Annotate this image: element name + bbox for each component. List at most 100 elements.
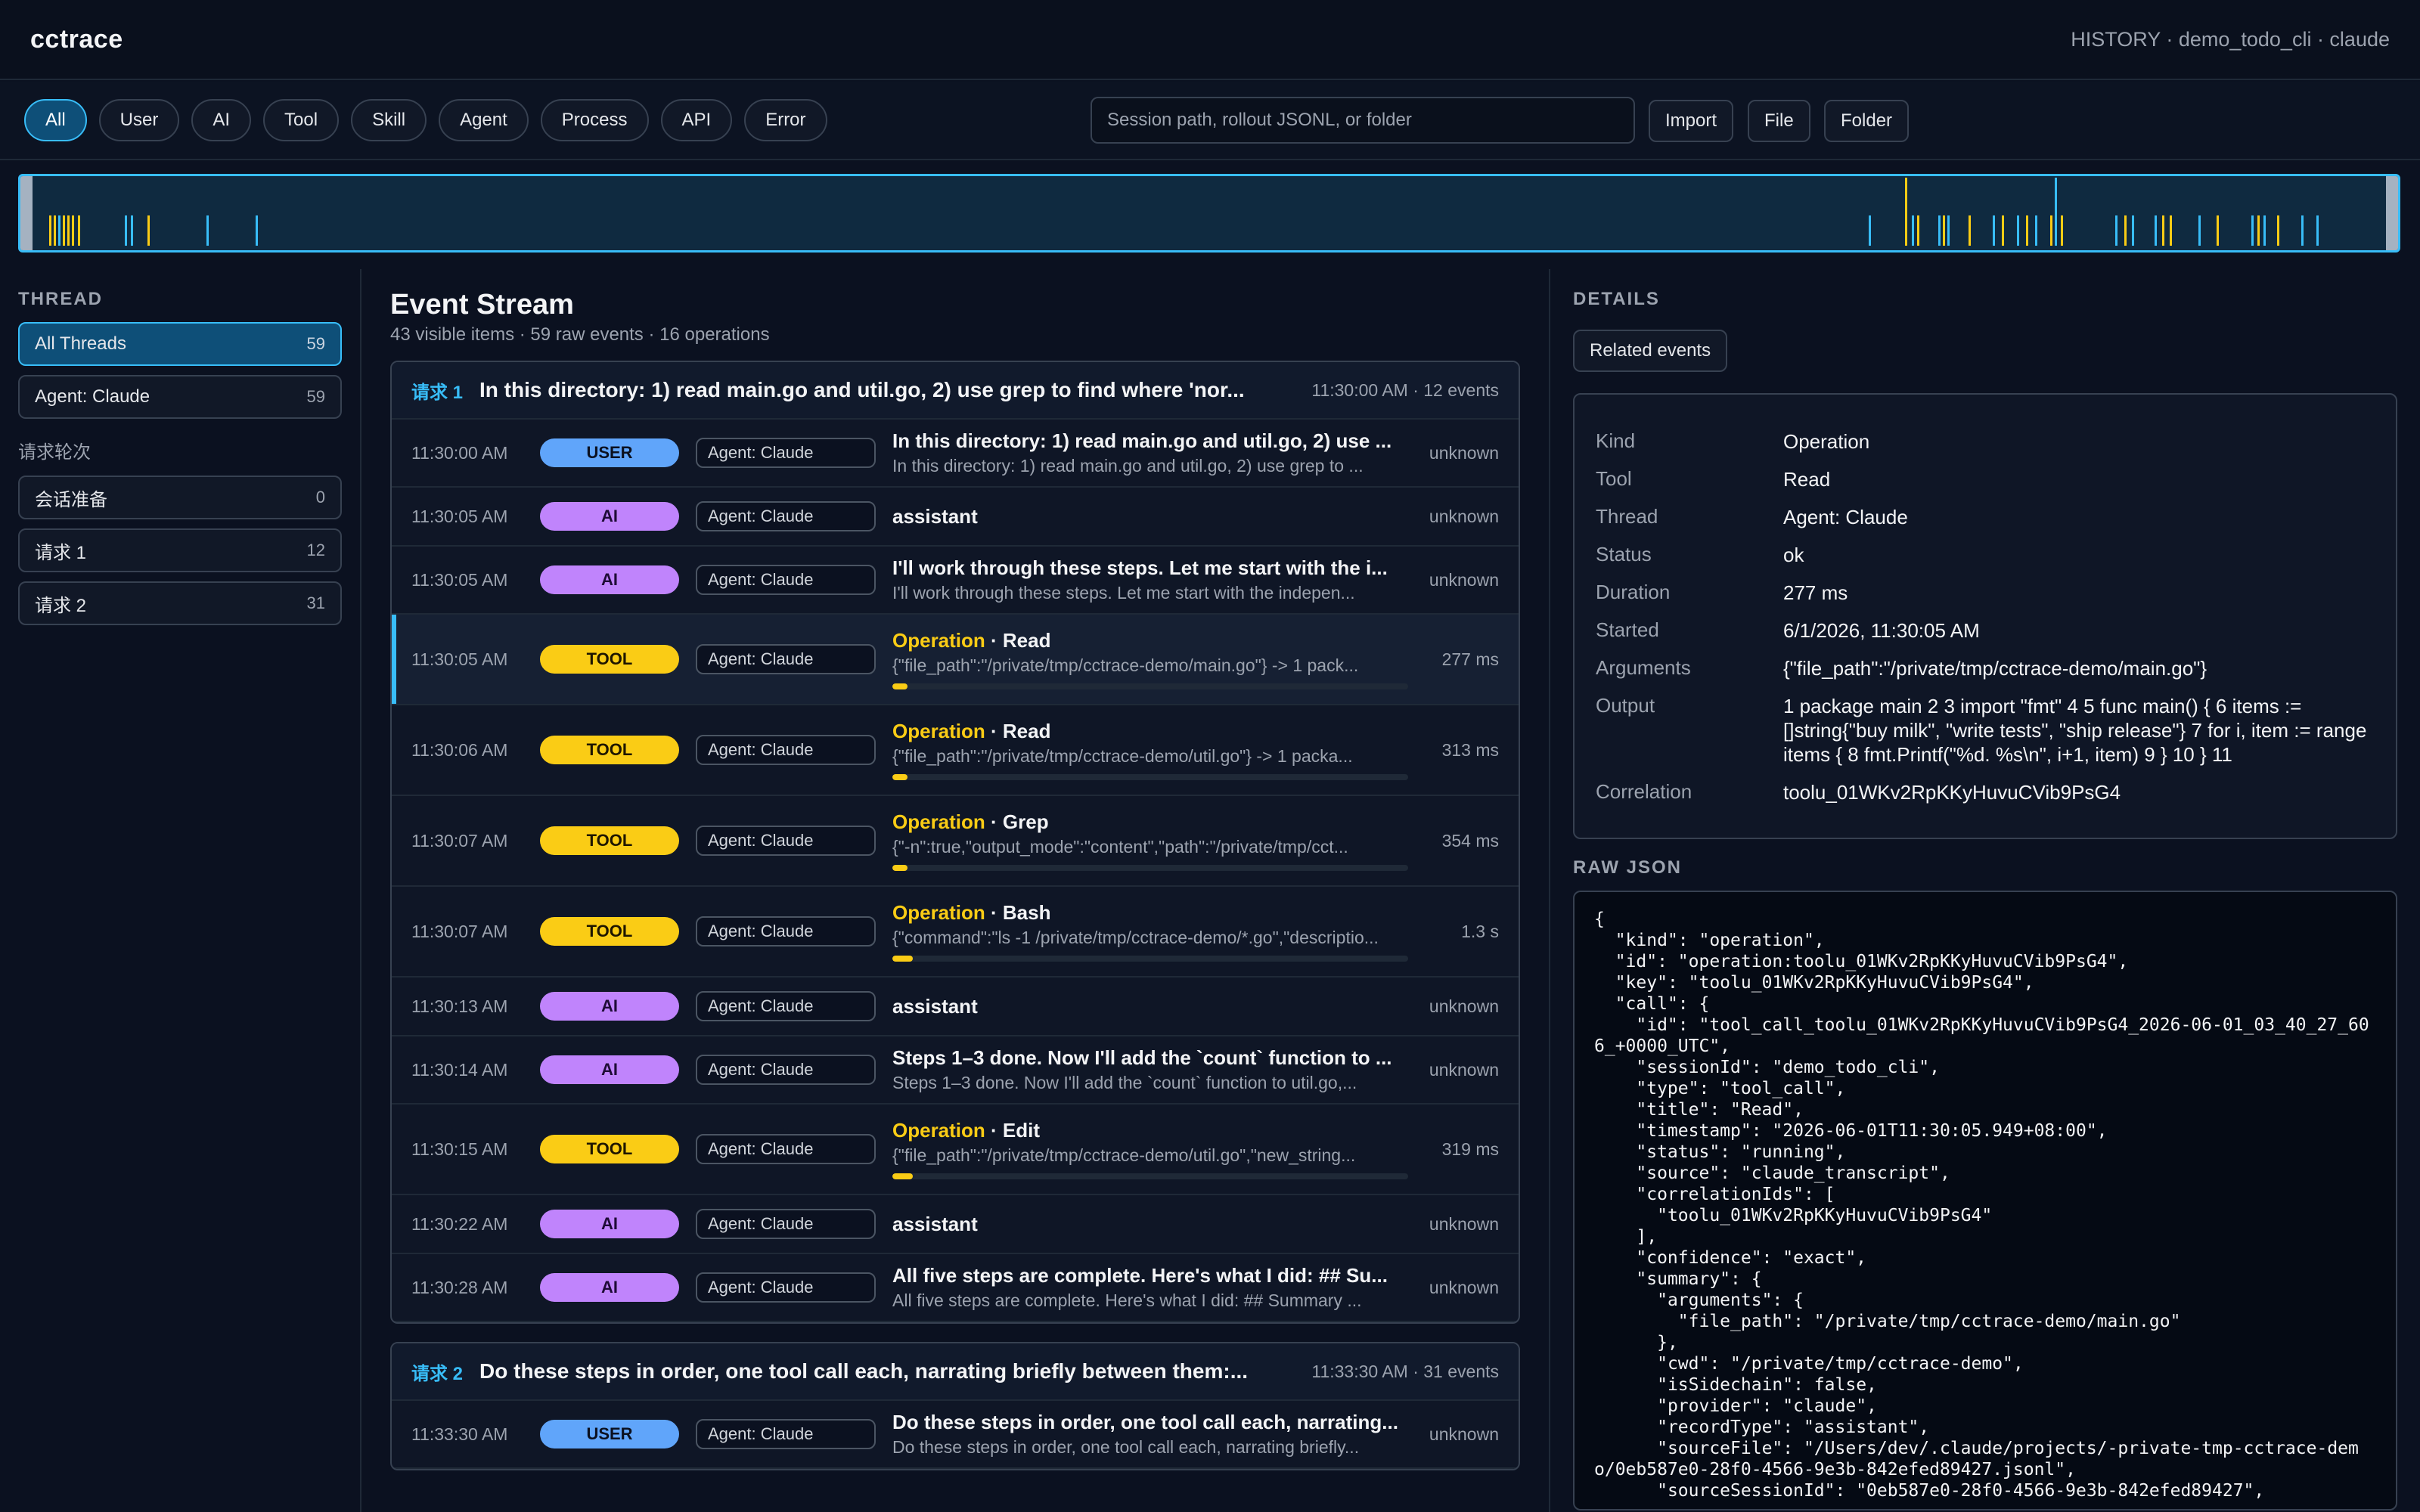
filter-chip-all[interactable]: All (24, 99, 87, 141)
detail-value: Read (1783, 468, 1831, 491)
event-row[interactable]: 11:30:07 AM TOOL Agent: Claude Operation · … (392, 887, 1519, 978)
duration-bar (892, 774, 1408, 780)
agent-pill[interactable]: Agent: Claude (696, 1419, 876, 1449)
event-title: Operation · Read (892, 629, 1408, 652)
timeline-event-tick (2050, 215, 2052, 246)
timeline-right-handle[interactable] (2386, 176, 2398, 250)
event-time: 11:30:05 AM (411, 506, 508, 526)
details-panel: DETAILS Related events Kind Operation Tool… (1549, 269, 2420, 1512)
event-row[interactable]: 11:30:05 AM AI Agent: Claude assistant unkno… (392, 488, 1519, 547)
round-item[interactable]: 请求 2 31 (18, 581, 342, 625)
event-row[interactable]: 11:30:07 AM TOOL Agent: Claude Operation · … (392, 796, 1519, 887)
event-kind-badge: AI (540, 992, 679, 1021)
event-row[interactable]: 11:30:05 AM TOOL Agent: Claude Operation · … (392, 615, 1519, 705)
filter-chip-ai[interactable]: AI (191, 99, 252, 141)
request-tag: 请求 1 (411, 382, 464, 403)
thread-item[interactable]: All Threads 59 (18, 322, 342, 366)
timeline-event-tick (2124, 215, 2127, 246)
event-body: All five steps are complete. Here's what… (892, 1264, 1408, 1311)
timeline-event-tick (1969, 215, 1971, 246)
timeline-event-tick (2155, 215, 2157, 246)
timeline-event-tick (1943, 215, 1945, 246)
agent-pill[interactable]: Agent: Claude (696, 826, 876, 856)
request-title: Do these steps in order, one tool call e… (479, 1359, 1249, 1383)
event-row[interactable]: 11:30:22 AM AI Agent: Claude assistant unkno… (392, 1195, 1519, 1254)
filter-chip-skill[interactable]: Skill (351, 99, 427, 141)
filter-chip-user[interactable]: User (98, 99, 180, 141)
timeline-minimap[interactable] (18, 174, 2400, 253)
event-row[interactable]: 11:30:06 AM TOOL Agent: Claude Operation · … (392, 705, 1519, 796)
details-box: Kind Operation Tool Read Thread Agent: Claude… (1573, 393, 2397, 839)
import-button[interactable]: Import (1649, 100, 1734, 142)
event-row[interactable]: 11:30:05 AM AI Agent: Claude I'll work thro… (392, 547, 1519, 615)
agent-pill[interactable]: Agent: Claude (696, 916, 876, 947)
detail-row: Status ok (1596, 543, 2375, 567)
event-duration: unknown (1429, 442, 1499, 463)
event-title: Operation · Bash (892, 901, 1408, 925)
search-input[interactable]: Session path, rollout JSONL, or folder (1091, 97, 1635, 144)
event-time: 11:30:00 AM (411, 442, 508, 463)
event-kind-badge: AI (540, 1210, 679, 1238)
agent-pill[interactable]: Agent: Claude (696, 1055, 876, 1085)
timeline-event-tick (256, 215, 258, 246)
agent-pill[interactable]: Agent: Claude (696, 1134, 876, 1164)
event-duration: 354 ms (1441, 830, 1499, 850)
agent-pill[interactable]: Agent: Claude (696, 735, 876, 765)
timeline-event-tick (131, 215, 133, 246)
agent-pill[interactable]: Agent: Claude (696, 438, 876, 468)
event-summary: {"command":"ls -1 /private/tmp/cctrace-d… (892, 928, 1379, 947)
event-row[interactable]: 11:30:13 AM AI Agent: Claude assistant unkno… (392, 978, 1519, 1036)
event-row[interactable]: 11:30:28 AM AI Agent: Claude All five steps… (392, 1254, 1519, 1322)
request-group-header[interactable]: 请求 1 In this directory: 1) read main.go a… (392, 362, 1519, 420)
detail-row: Started 6/1/2026, 11:30:05 AM (1596, 618, 2375, 643)
round-item[interactable]: 会话准备 0 (18, 476, 342, 519)
thread-label: Agent: Claude (35, 386, 150, 407)
duration-bar-fill (892, 956, 914, 962)
timeline-event-tick (2217, 215, 2219, 246)
round-label: 请求 1 (35, 542, 87, 563)
event-row[interactable]: 11:30:15 AM TOOL Agent: Claude Operation · … (392, 1105, 1519, 1195)
operation-label: Operation (892, 720, 985, 742)
agent-pill[interactable]: Agent: Claude (696, 1272, 876, 1303)
event-stream-panel: Event Stream 43 visible items · 59 raw e… (363, 269, 1547, 1512)
agent-pill[interactable]: Agent: Claude (696, 644, 876, 674)
event-row[interactable]: 11:30:00 AM USER Agent: Claude In this dire… (392, 420, 1519, 488)
agent-pill[interactable]: Agent: Claude (696, 1209, 876, 1239)
event-title: Steps 1–3 done. Now I'll add the `count`… (892, 1046, 1392, 1069)
event-duration: unknown (1429, 1213, 1499, 1234)
thread-item[interactable]: Agent: Claude 59 (18, 375, 342, 419)
round-label: 会话准备 (35, 489, 107, 510)
timeline-event-tick (2026, 215, 2028, 246)
filter-chip-api[interactable]: API (660, 99, 733, 141)
filter-chip-error[interactable]: Error (744, 99, 827, 141)
event-summary: {"file_path":"/private/tmp/cctrace-demo/… (892, 746, 1353, 766)
raw-json-viewer[interactable]: { "kind": "operation", "id": "operation:… (1573, 891, 2397, 1510)
event-row[interactable]: 11:30:14 AM AI Agent: Claude Steps 1–3 done… (392, 1036, 1519, 1105)
detail-value: 277 ms (1783, 581, 1848, 604)
request-group-header[interactable]: 请求 2 Do these steps in order, one tool ca… (392, 1343, 1519, 1401)
round-count: 0 (315, 488, 325, 507)
folder-button[interactable]: Folder (1824, 100, 1910, 142)
agent-pill[interactable]: Agent: Claude (696, 991, 876, 1021)
file-button[interactable]: File (1748, 100, 1810, 142)
timeline-event-tick (2263, 215, 2266, 246)
request-title: In this directory: 1) read main.go and u… (479, 378, 1245, 401)
operation-tool: · Bash (985, 901, 1051, 924)
filter-chip-agent[interactable]: Agent (439, 99, 529, 141)
duration-bar (892, 865, 1408, 871)
related-events-button[interactable]: Related events (1573, 330, 1728, 372)
agent-pill[interactable]: Agent: Claude (696, 565, 876, 595)
timeline-left-handle[interactable] (20, 176, 33, 250)
detail-row: Correlation toolu_01WKv2RpKKyHuvuCVib9PsG… (1596, 780, 2375, 804)
event-kind-badge: AI (540, 1273, 679, 1302)
timeline-event-tick (2035, 215, 2037, 246)
agent-pill[interactable]: Agent: Claude (696, 501, 876, 531)
event-title: assistant (892, 504, 978, 528)
round-item[interactable]: 请求 1 12 (18, 528, 342, 572)
filter-chip-tool[interactable]: Tool (263, 99, 340, 141)
filter-chip-process[interactable]: Process (540, 99, 649, 141)
detail-key: Tool (1596, 467, 1632, 490)
timeline-event-tick (2316, 215, 2319, 246)
event-row[interactable]: 11:33:30 AM USER Agent: Claude Do these ste… (392, 1401, 1519, 1469)
duration-bar-fill (892, 865, 908, 871)
